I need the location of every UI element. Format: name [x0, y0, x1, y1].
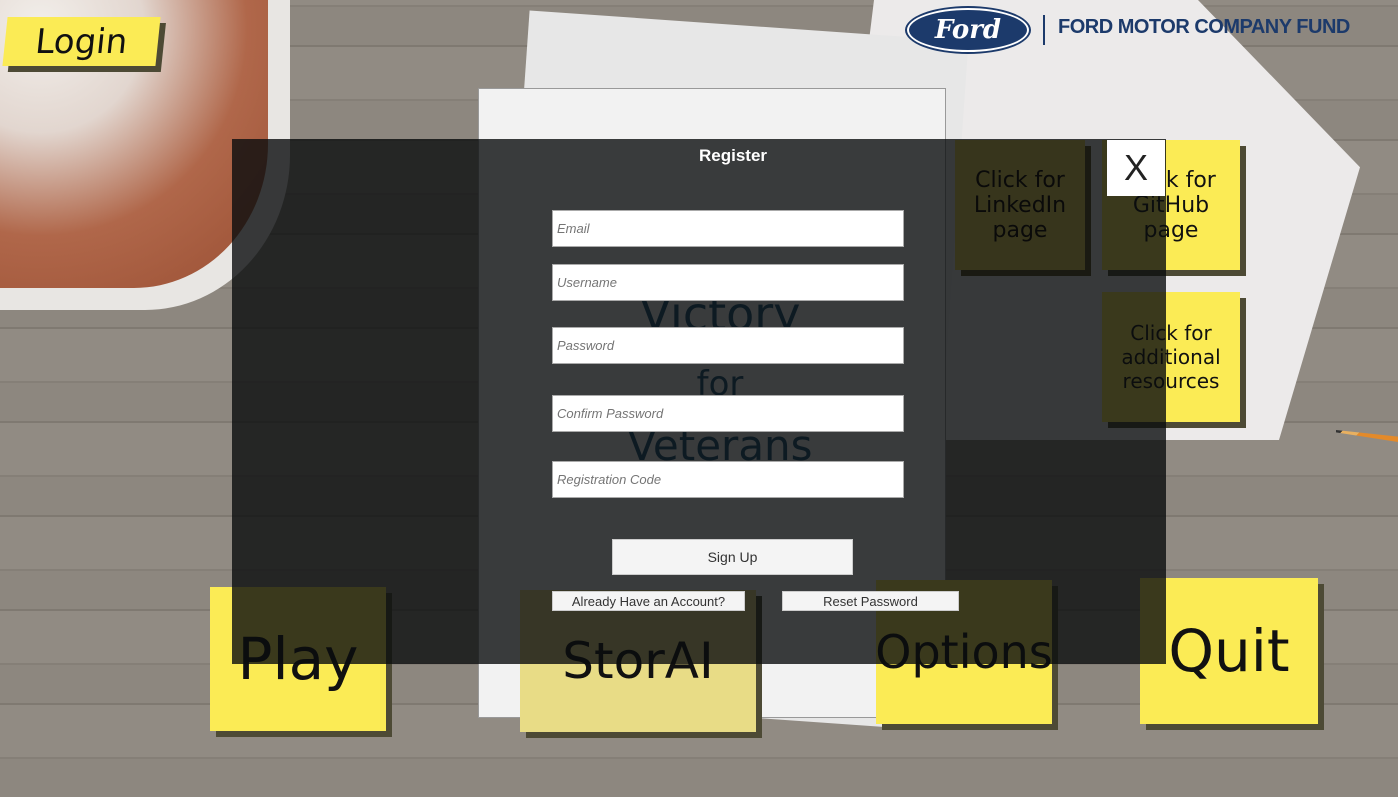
password-input[interactable] [552, 327, 904, 364]
register-title: Register [698, 146, 768, 165]
reset-password-button[interactable]: Reset Password [782, 591, 959, 611]
pencil [1336, 430, 1398, 442]
ford-logo: Ford [905, 6, 1031, 54]
quit-note[interactable]: Quit [1140, 578, 1318, 724]
username-input[interactable] [552, 264, 904, 301]
fund-name: FORD MOTOR COMPANY FUND [1058, 16, 1350, 38]
sign-up-button[interactable]: Sign Up [612, 539, 853, 575]
logo-divider [1043, 15, 1045, 45]
login-note[interactable]: Login [2, 17, 161, 66]
email-input[interactable] [552, 210, 904, 247]
confirm-password-input[interactable] [552, 395, 904, 432]
registration-code-input[interactable] [552, 461, 904, 498]
already-have-account-button[interactable]: Already Have an Account? [552, 591, 745, 611]
close-button[interactable]: X [1107, 140, 1165, 196]
